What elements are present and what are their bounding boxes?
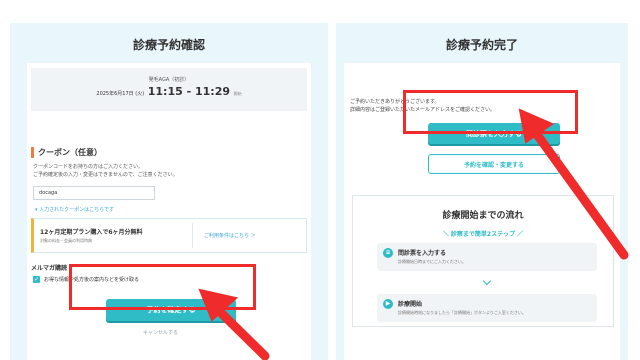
arrow-right <box>518 108 629 260</box>
arrow-left <box>198 288 270 360</box>
annotation-arrows <box>198 108 629 360</box>
